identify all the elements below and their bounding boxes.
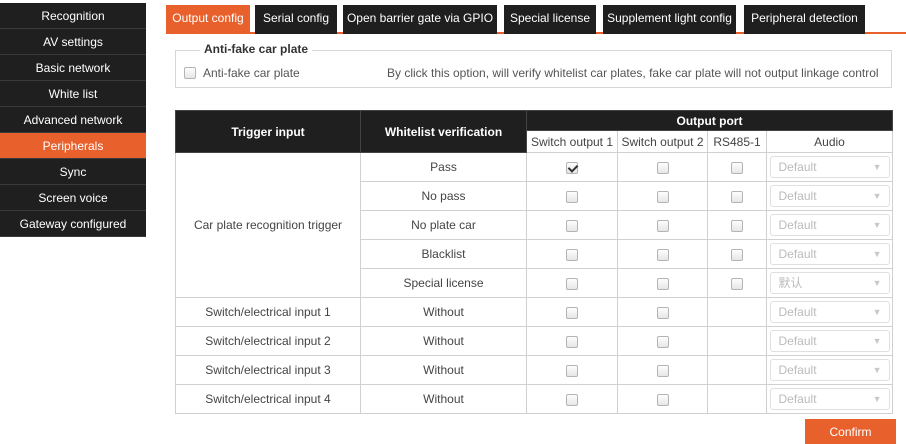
rs485-1-checkbox[interactable]	[731, 190, 743, 203]
header-audio: Audio	[766, 130, 893, 153]
anti-fake-description: By click this option, will verify whitel…	[387, 66, 879, 80]
header-trigger-input: Trigger input	[175, 110, 361, 153]
switch-output-2-checkbox[interactable]	[656, 248, 669, 261]
sidebar-item-av-settings[interactable]: AV settings	[0, 29, 146, 55]
audio-select-value: Default	[778, 247, 817, 261]
switch-output-2-checkbox[interactable]	[656, 190, 669, 203]
audio-select-value: Default	[778, 363, 817, 377]
audio-select[interactable]: Default ▼	[769, 214, 890, 236]
verification-cell: No pass	[360, 181, 527, 211]
verification-cell: Blacklist	[360, 239, 527, 269]
audio-select[interactable]: Default ▼	[769, 330, 890, 352]
sidebar-item-peripherals[interactable]: Peripherals	[0, 133, 146, 159]
chevron-down-icon: ▼	[872, 336, 882, 346]
sidebar-item-screen-voice[interactable]: Screen voice	[0, 185, 146, 211]
switch-output-1-checkbox[interactable]	[566, 277, 578, 290]
trigger-cell: Switch/electrical input 4	[175, 384, 361, 414]
trigger-cell: Switch/electrical input 1	[175, 297, 361, 327]
switch-output-2-checkbox[interactable]	[656, 335, 669, 348]
switch-output-2-checkbox[interactable]	[656, 277, 669, 290]
switch-output-2-checkbox[interactable]	[656, 306, 669, 319]
verification-cell: Without	[360, 326, 527, 356]
chevron-down-icon: ▼	[872, 191, 882, 201]
chevron-down-icon: ▼	[872, 278, 882, 288]
audio-select-value: Default	[778, 305, 817, 319]
car-plate-recognition-trigger-cell: Car plate recognition trigger	[175, 152, 361, 298]
header-output-port: Output port	[526, 110, 893, 131]
output-config-table: Trigger input Whitelist verification Out…	[175, 110, 893, 414]
switch-output-1-checkbox[interactable]	[566, 219, 578, 232]
verification-cell: Without	[360, 384, 527, 414]
audio-select[interactable]: Default ▼	[769, 185, 890, 207]
header-rs485-1: RS485-1	[707, 130, 767, 153]
verification-cell: Without	[360, 297, 527, 327]
tab-bar: Output config Serial config Open barrier…	[166, 5, 906, 34]
table-row: Switch/electrical input 3 Without Defaul…	[175, 355, 893, 385]
tab-special-license[interactable]: Special license	[504, 5, 596, 34]
switch-output-1-checkbox[interactable]	[566, 306, 578, 319]
switch-output-1-checkbox[interactable]	[566, 364, 578, 377]
chevron-down-icon: ▼	[872, 394, 882, 404]
sidebar-item-basic-network[interactable]: Basic network	[0, 55, 146, 81]
table-row: Switch/electrical input 4 Without Defaul…	[175, 384, 893, 414]
anti-fake-legend: Anti-fake car plate	[200, 42, 313, 56]
anti-fake-checkbox-label: Anti-fake car plate	[203, 66, 300, 80]
sidebar-item-advanced-network[interactable]: Advanced network	[0, 107, 146, 133]
verification-cell: No plate car	[360, 210, 527, 240]
chevron-down-icon: ▼	[872, 249, 882, 259]
audio-select[interactable]: Default ▼	[769, 156, 890, 178]
anti-fake-checkbox[interactable]	[184, 67, 196, 79]
audio-select[interactable]: Default ▼	[769, 359, 890, 381]
verification-cell: Without	[360, 355, 527, 385]
audio-select-value: 默认	[778, 276, 803, 290]
switch-output-2-checkbox[interactable]	[656, 393, 669, 406]
switch-output-1-checkbox[interactable]	[566, 248, 578, 261]
switch-output-1-checkbox[interactable]	[566, 393, 578, 406]
chevron-down-icon: ▼	[872, 307, 882, 317]
audio-select-value: Default	[778, 218, 817, 232]
trigger-cell: Switch/electrical input 2	[175, 326, 361, 356]
sidebar-item-gateway-configured[interactable]: Gateway configured	[0, 211, 146, 237]
audio-select-value: Default	[778, 160, 817, 174]
tab-output-config[interactable]: Output config	[166, 5, 250, 34]
chevron-down-icon: ▼	[872, 365, 882, 375]
chevron-down-icon: ▼	[872, 162, 882, 172]
audio-select-value: Default	[778, 392, 817, 406]
verification-cell: Pass	[360, 152, 527, 182]
audio-select[interactable]: 默认 ▼	[769, 272, 890, 294]
rs485-1-checkbox[interactable]	[731, 277, 743, 290]
audio-select-value: Default	[778, 189, 817, 203]
table-row: Switch/electrical input 2 Without Defaul…	[175, 326, 893, 356]
rs485-1-checkbox[interactable]	[731, 161, 743, 174]
audio-select[interactable]: Default ▼	[769, 301, 890, 323]
header-switch-output-2: Switch output 2	[617, 130, 708, 153]
rs485-1-checkbox[interactable]	[731, 248, 743, 261]
sidebar-item-white-list[interactable]: White list	[0, 81, 146, 107]
verification-cell: Special license	[360, 268, 527, 298]
audio-select[interactable]: Default ▼	[769, 243, 890, 265]
tab-peripheral-detection[interactable]: Peripheral detection	[744, 5, 865, 34]
audio-select[interactable]: Default ▼	[769, 388, 890, 410]
table-row: Car plate recognition trigger Pass Defau…	[175, 152, 893, 298]
header-switch-output-1: Switch output 1	[526, 130, 618, 153]
table-row: Switch/electrical input 1 Without Defaul…	[175, 297, 893, 327]
confirm-button[interactable]: Confirm	[805, 419, 896, 444]
tab-open-barrier-gate[interactable]: Open barrier gate via GPIO	[343, 5, 497, 34]
switch-output-1-checkbox[interactable]	[566, 335, 578, 348]
sidebar-item-recognition[interactable]: Recognition	[0, 3, 146, 29]
switch-output-2-checkbox[interactable]	[656, 219, 669, 232]
tab-serial-config[interactable]: Serial config	[255, 5, 337, 34]
switch-output-1-checkbox[interactable]	[566, 161, 578, 174]
audio-select-value: Default	[778, 334, 817, 348]
switch-output-2-checkbox[interactable]	[656, 364, 669, 377]
sidebar: Recognition AV settings Basic network Wh…	[0, 3, 146, 237]
chevron-down-icon: ▼	[872, 220, 882, 230]
switch-output-2-checkbox[interactable]	[656, 161, 669, 174]
switch-output-1-checkbox[interactable]	[566, 190, 578, 203]
tab-supplement-light-config[interactable]: Supplement light config	[603, 5, 736, 34]
header-whitelist-verification: Whitelist verification	[360, 110, 527, 153]
trigger-cell: Switch/electrical input 3	[175, 355, 361, 385]
sidebar-item-sync[interactable]: Sync	[0, 159, 146, 185]
rs485-1-checkbox[interactable]	[731, 219, 743, 232]
